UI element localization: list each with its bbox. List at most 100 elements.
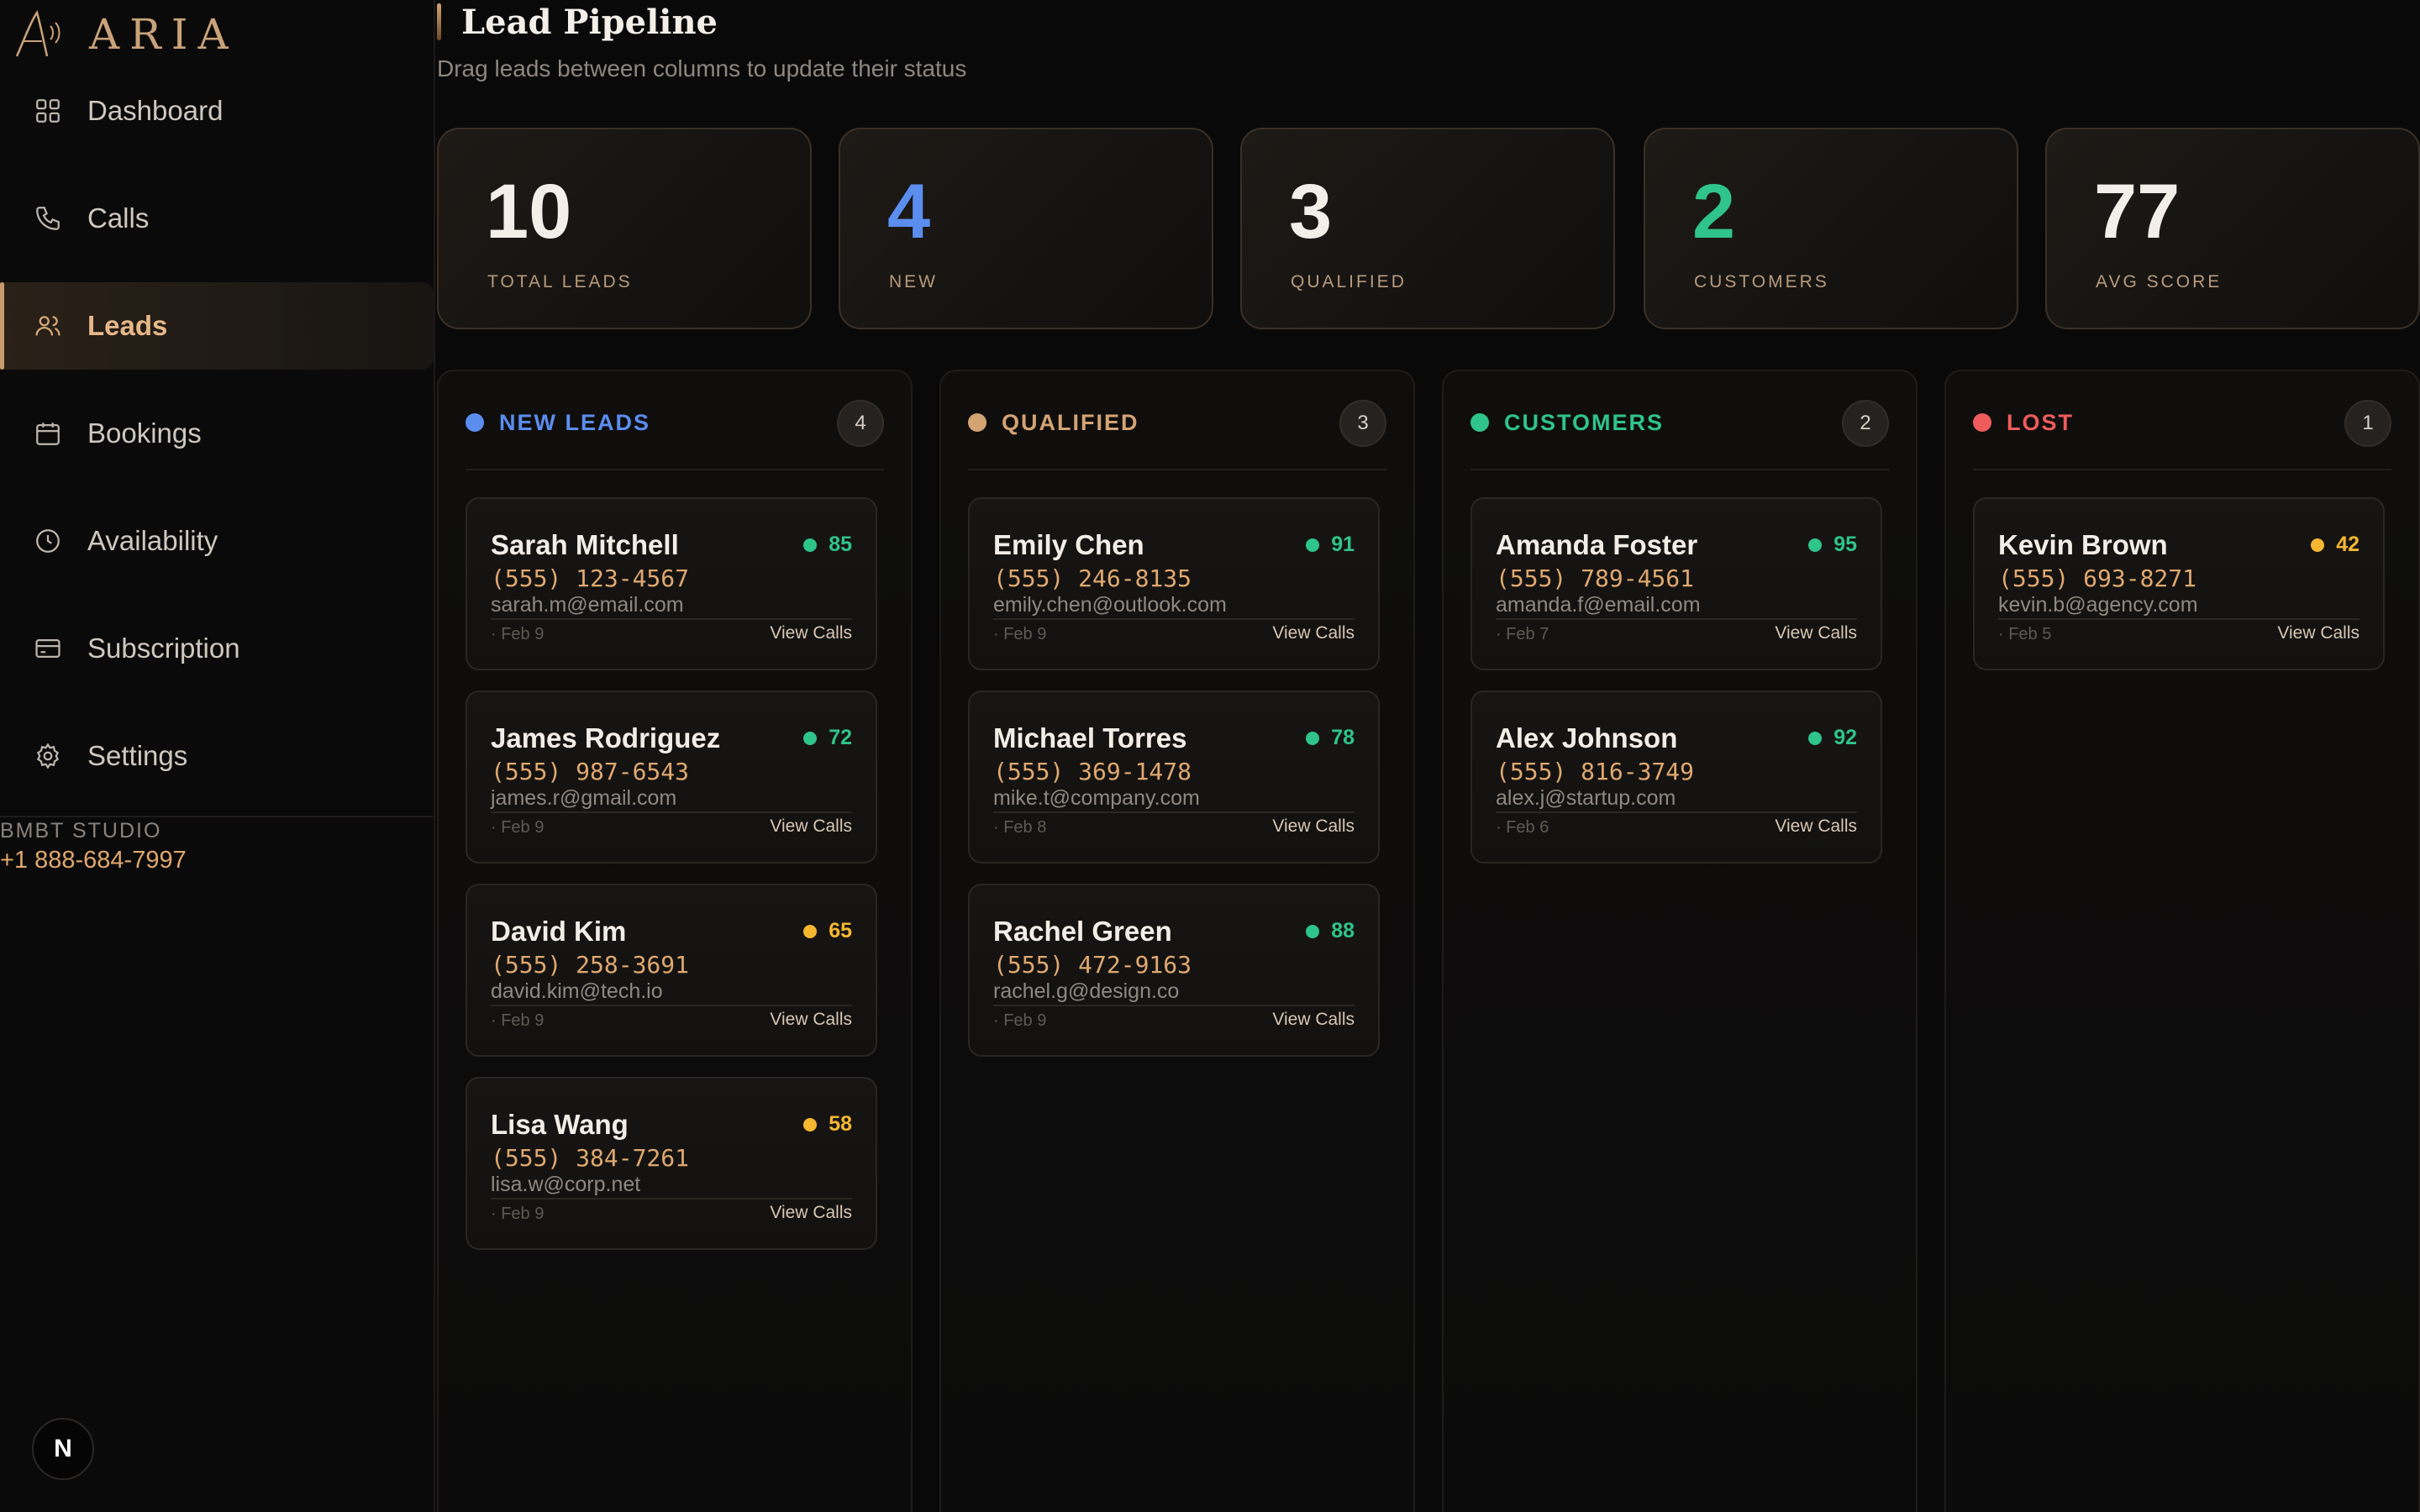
view-calls-link[interactable]: View Calls xyxy=(1775,623,1857,643)
lead-phone: (555) 384-7261 xyxy=(491,1144,690,1172)
dev-badge-button[interactable]: N xyxy=(32,1418,94,1480)
lead-score: 91 xyxy=(1306,533,1355,557)
lead-name: Rachel Green xyxy=(993,916,1172,947)
lead-card[interactable]: Emily Chen 91 (555) 246-8135 emily.chen@out… xyxy=(968,497,1380,670)
lead-card[interactable]: David Kim 65 (555) 258-3691 david.kim@tech.… xyxy=(466,884,877,1057)
lead-card[interactable]: Kevin Brown 42 (555) 693-8271 kevin.b@agenc… xyxy=(1973,497,2385,670)
stat-card-total-leads: 10 TOTAL LEADS xyxy=(437,128,812,329)
lead-card[interactable]: James Rodriguez 72 (555) 987-6543 james.r@g… xyxy=(466,690,877,864)
view-calls-link[interactable]: View Calls xyxy=(1775,816,1857,837)
lead-score: 85 xyxy=(803,533,852,557)
sidebar-item-settings[interactable]: Settings xyxy=(0,712,434,800)
sidebar-item-bookings[interactable]: Bookings xyxy=(0,390,434,477)
column-header: NEW LEADS 4 xyxy=(466,396,884,449)
sidebar-item-subscription[interactable]: Subscription xyxy=(0,605,434,692)
view-calls-link[interactable]: View Calls xyxy=(1272,623,1355,643)
stat-label: AVG SCORE xyxy=(2096,272,2223,291)
brand-logo[interactable]: ARIA xyxy=(12,5,239,64)
kanban-column-customers[interactable]: CUSTOMERS 2 Amanda Foster 95 (555) 789-4561 a… xyxy=(1442,370,1918,1512)
kanban-column-new-leads[interactable]: NEW LEADS 4 Sarah Mitchell 85 (555) 123-4567… xyxy=(437,370,913,1512)
lead-card[interactable]: Lisa Wang 58 (555) 384-7261 lisa.w@corp.net… xyxy=(466,1077,877,1250)
card-divider xyxy=(993,618,1355,620)
lead-name: Alex Johnson xyxy=(1496,722,1678,753)
lead-phone: (555) 693-8271 xyxy=(1998,564,2197,592)
lead-card[interactable]: Amanda Foster 95 (555) 789-4561 amanda.f@em… xyxy=(1470,497,1882,670)
column-status-dot xyxy=(466,413,484,432)
lead-email: kevin.b@agency.com xyxy=(1998,593,2198,617)
clock-icon xyxy=(32,525,64,557)
score-dot-icon xyxy=(803,538,818,552)
lead-phone: (555) 369-1478 xyxy=(993,758,1192,785)
lead-card[interactable]: Alex Johnson 92 (555) 816-3749 alex.j@start… xyxy=(1470,690,1882,864)
users-icon xyxy=(32,310,64,342)
lead-score: 88 xyxy=(1306,919,1355,943)
column-header: QUALIFIED 3 xyxy=(968,396,1386,449)
stat-value: 4 xyxy=(887,169,931,255)
lead-date: · Feb 9 xyxy=(993,1011,1047,1030)
gear-icon xyxy=(32,740,64,772)
sidebar-item-label: Availability xyxy=(87,525,218,556)
lead-email: rachel.g@design.co xyxy=(993,979,1180,1003)
lead-score-value: 95 xyxy=(1833,533,1857,556)
column-divider xyxy=(1470,469,1889,470)
lead-score: 72 xyxy=(803,726,852,750)
view-calls-link[interactable]: View Calls xyxy=(1272,1010,1355,1030)
card-divider xyxy=(1998,618,2360,620)
score-dot-icon xyxy=(803,924,818,938)
lead-email: sarah.m@email.com xyxy=(491,593,684,617)
column-count-badge: 4 xyxy=(837,400,884,447)
lead-score: 95 xyxy=(1808,533,1857,557)
lead-name: David Kim xyxy=(491,916,627,947)
score-dot-icon xyxy=(1306,538,1320,552)
lead-card[interactable]: Sarah Mitchell 85 (555) 123-4567 sarah.m@em… xyxy=(466,497,877,670)
grid-icon xyxy=(32,95,64,127)
lead-name: Michael Torres xyxy=(993,722,1187,753)
lead-score: 65 xyxy=(803,919,852,943)
score-dot-icon xyxy=(1808,538,1823,552)
view-calls-link[interactable]: View Calls xyxy=(2277,623,2360,643)
lead-score-value: 78 xyxy=(1331,726,1355,749)
sidebar-item-dashboard[interactable]: Dashboard xyxy=(0,67,434,155)
sidebar-item-label: Leads xyxy=(87,310,168,341)
card-divider xyxy=(1496,811,1857,813)
stat-card-new: 4 NEW xyxy=(839,128,1213,329)
column-status-dot xyxy=(968,413,986,432)
title-accent xyxy=(437,3,441,40)
lead-score: 92 xyxy=(1808,726,1857,750)
aria-logo-icon xyxy=(15,10,60,57)
view-calls-link[interactable]: View Calls xyxy=(770,623,852,643)
score-dot-icon xyxy=(1306,924,1320,938)
column-status-dot xyxy=(1973,413,1991,432)
lead-email: lisa.w@corp.net xyxy=(491,1173,641,1196)
view-calls-link[interactable]: View Calls xyxy=(1272,816,1355,837)
lead-score: 58 xyxy=(803,1112,852,1137)
view-calls-link[interactable]: View Calls xyxy=(770,1010,852,1030)
lead-phone: (555) 472-9163 xyxy=(993,951,1192,979)
sidebar-item-availability[interactable]: Availability xyxy=(0,497,434,585)
card-divider xyxy=(491,811,852,813)
kanban-column-qualified[interactable]: QUALIFIED 3 Emily Chen 91 (555) 246-8135 emil… xyxy=(939,370,1415,1512)
lead-name: Emily Chen xyxy=(993,529,1144,560)
view-calls-link[interactable]: View Calls xyxy=(770,816,852,837)
view-calls-link[interactable]: View Calls xyxy=(770,1203,852,1223)
kanban-board: NEW LEADS 4 Sarah Mitchell 85 (555) 123-4567… xyxy=(437,370,2420,1512)
sidebar-item-label: Settings xyxy=(87,740,188,771)
lead-card[interactable]: Rachel Green 88 (555) 472-9163 rachel.g@des… xyxy=(968,884,1380,1057)
kanban-column-lost[interactable]: LOST 1 Kevin Brown 42 (555) 693-8271 kevin.b@… xyxy=(1944,370,2420,1512)
sidebar-item-leads[interactable]: Leads xyxy=(0,282,434,370)
lead-email: james.r@gmail.com xyxy=(491,786,677,810)
studio-phone[interactable]: +1 888-684-7997 xyxy=(0,847,187,874)
column-header: LOST 1 xyxy=(1973,396,2391,449)
lead-date: · Feb 6 xyxy=(1496,818,1549,837)
lead-phone: (555) 258-3691 xyxy=(491,951,690,979)
lead-score: 78 xyxy=(1306,726,1355,750)
score-dot-icon xyxy=(1306,731,1320,745)
lead-card[interactable]: Michael Torres 78 (555) 369-1478 mike.t@com… xyxy=(968,690,1380,864)
lead-score-value: 42 xyxy=(2336,533,2360,556)
column-title: NEW LEADS xyxy=(499,409,650,435)
lead-score-value: 58 xyxy=(829,1112,852,1136)
sidebar-nav: Dashboard Calls Leads Bookings Availabil… xyxy=(0,67,434,820)
column-count-badge: 2 xyxy=(1842,400,1889,447)
card-divider xyxy=(993,811,1355,813)
sidebar-item-calls[interactable]: Calls xyxy=(0,175,434,262)
